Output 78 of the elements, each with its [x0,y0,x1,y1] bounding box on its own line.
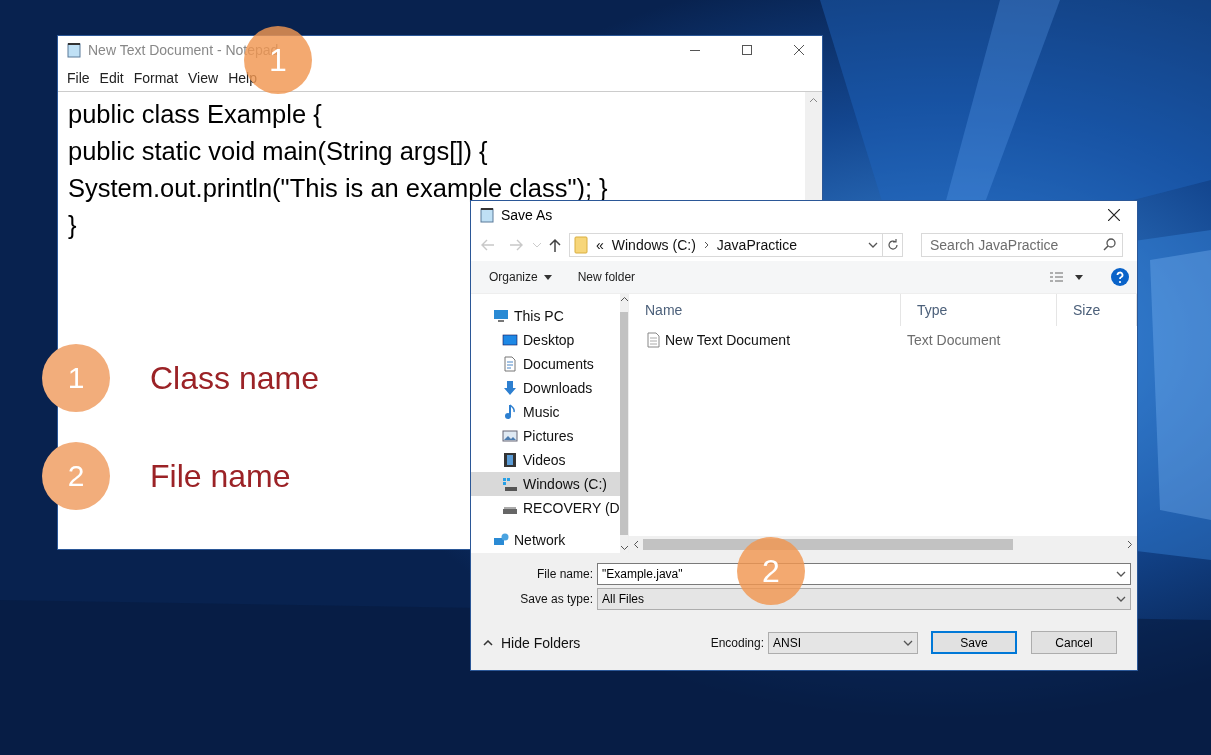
search-field[interactable]: Search JavaPractice [921,233,1123,257]
up-arrow-icon[interactable] [549,238,561,252]
network-icon [493,532,509,548]
minimize-icon [690,49,700,51]
nav-item[interactable]: Windows (C:) [471,472,620,496]
annotation-label: Class name [150,359,319,397]
nav-item[interactable]: Network [471,528,620,552]
chevron-down-icon [1116,596,1126,602]
view-options-icon[interactable] [1049,271,1085,283]
chevron-down-icon [1116,571,1126,577]
nav-item[interactable]: Music [471,400,620,424]
chevron-down-icon[interactable] [533,242,541,248]
menu-item[interactable]: View [183,69,224,86]
search-icon [1103,238,1116,251]
nav-item[interactable]: Pictures [471,424,620,448]
nav-item[interactable]: This PC [471,304,620,328]
document-icon [502,356,518,372]
nav-item[interactable]: Desktop [471,328,620,352]
field-label: Save as type: [519,592,594,606]
breadcrumb-item[interactable]: Windows (C:) [611,237,696,253]
code-line: public class Example { [68,99,322,130]
nav-item[interactable]: Downloads [471,376,620,400]
close-icon [1108,209,1120,221]
drive-icon [503,507,517,514]
field-label: File name: [535,567,594,581]
chevron-down-icon [868,242,878,248]
menu-item[interactable]: Format [128,69,184,86]
close-icon [794,45,804,55]
forward-arrow-icon[interactable] [509,239,523,251]
scroll-left-icon [633,540,639,549]
new-folder-button[interactable]: New folder [577,270,636,284]
annotation-label: File name [150,457,291,495]
cancel-button[interactable]: Cancel [1031,631,1117,654]
drive-icon [502,476,518,492]
file-type: Text Document [906,332,1002,348]
address-bar[interactable]: « Windows (C:) JavaPractice [569,233,883,257]
document-icon [647,332,660,348]
column-header[interactable]: Size [1057,294,1137,326]
code-line: } [68,210,77,241]
menu-item[interactable]: File [62,69,95,86]
chevron-right-icon [703,241,709,249]
folder-icon [574,236,588,254]
notepad-icon [66,42,82,58]
monitor-icon [493,308,509,324]
hide-folders-button[interactable]: Hide Folders [483,634,581,651]
chevron-down-icon [903,639,913,646]
dialog-title: Save As [501,207,553,223]
nav-item[interactable]: Documents [471,352,620,376]
nav-item[interactable]: Videos [471,448,620,472]
column-header[interactable]: Type [901,294,1057,326]
help-icon[interactable] [1111,268,1129,286]
menu-item[interactable]: Edit [94,69,129,86]
film-icon [502,452,518,468]
organize-button[interactable]: Organize [489,270,552,284]
maximize-icon [742,45,752,55]
back-arrow-icon[interactable] [481,239,495,251]
notepad-icon [479,207,495,223]
chevron-up-icon [483,639,493,646]
encoding-dropdown[interactable]: ANSI [768,631,918,654]
download-arrow-icon [502,380,518,396]
nav-item[interactable]: RECOVERY (D [471,496,620,520]
scroll-up-icon [619,296,629,302]
breadcrumb-item[interactable]: JavaPractice [716,237,797,253]
music-note-icon [502,404,518,420]
column-header[interactable]: Name [629,294,901,326]
file-type-dropdown[interactable]: All Files [597,588,1131,610]
scroll-down-icon [619,545,629,551]
monitor-icon [502,332,518,348]
breadcrumb-overflow[interactable]: « [596,237,604,253]
image-icon [502,428,518,444]
field-label: Encoding: [710,635,764,650]
refresh-icon [886,239,899,251]
save-button[interactable]: Save [931,631,1017,654]
scroll-up-icon [809,97,818,103]
refresh-button[interactable] [883,233,903,257]
scroll-right-icon [1127,540,1133,549]
caret-icon [543,274,552,280]
code-line: public static void main(String args[]) { [68,136,488,167]
